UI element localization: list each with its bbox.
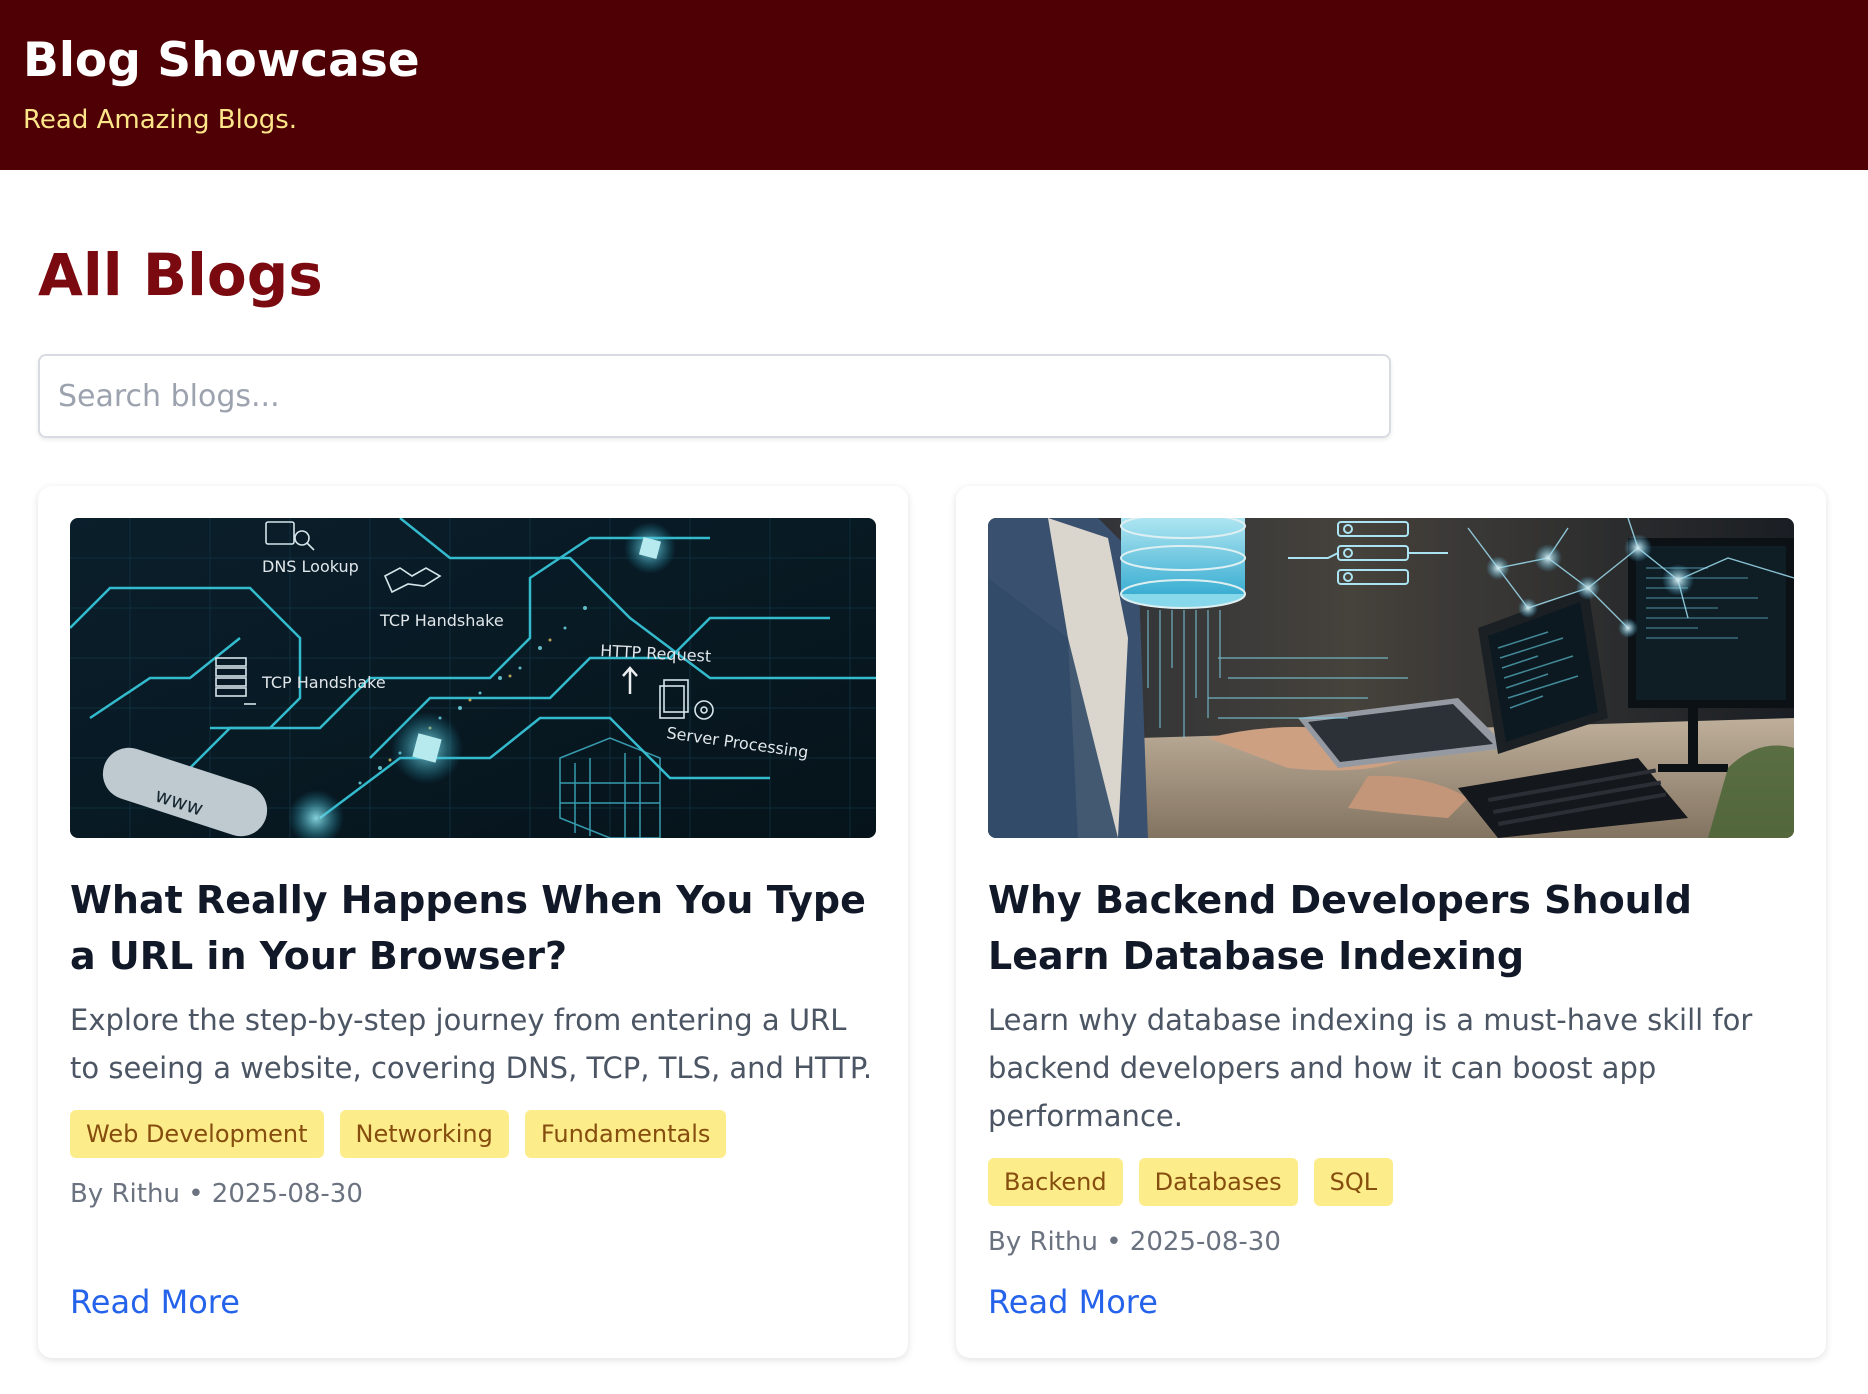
tag-list: Backend Databases SQL bbox=[988, 1158, 1394, 1206]
blog-card-excerpt: Learn why database indexing is a must-ha… bbox=[988, 1003, 1753, 1133]
tag-list: Web Development Networking Fundamentals bbox=[70, 1110, 727, 1158]
tag-badge: Web Development bbox=[70, 1110, 324, 1158]
site-title: Blog Showcase bbox=[23, 33, 420, 88]
blog-thumbnail-url-journey: www DNS Lookup TCP Handshake TCP Handsha… bbox=[70, 518, 876, 838]
blog-thumbnail-database-indexing bbox=[988, 518, 1794, 838]
blog-card-title[interactable]: Why Backend Developers Should Learn Data… bbox=[988, 872, 1794, 984]
tag-badge: Fundamentals bbox=[524, 1110, 727, 1158]
tag-badge: SQL bbox=[1313, 1158, 1394, 1206]
tag-badge: Databases bbox=[1138, 1158, 1298, 1206]
tag-badge: Networking bbox=[339, 1110, 509, 1158]
search-input[interactable] bbox=[38, 354, 1391, 438]
author-date-byline: By Rithu • 2025-08-30 bbox=[988, 1227, 1281, 1257]
read-more-link[interactable]: Read More bbox=[70, 1282, 240, 1322]
tag-badge: Backend bbox=[988, 1158, 1123, 1206]
blog-card-excerpt: Explore the step-by-step journey from en… bbox=[70, 1003, 873, 1085]
page-title: All Blogs bbox=[38, 241, 323, 309]
blog-card: Why Backend Developers Should Learn Data… bbox=[956, 486, 1826, 1358]
read-more-link[interactable]: Read More bbox=[988, 1282, 1158, 1322]
site-tagline: Read Amazing Blogs. bbox=[23, 105, 298, 135]
blog-card-title[interactable]: What Really Happens When You Type a URL … bbox=[70, 872, 876, 984]
author-date-byline: By Rithu • 2025-08-30 bbox=[70, 1179, 363, 1209]
site-header: Blog Showcase Read Amazing Blogs. bbox=[0, 0, 1868, 170]
blog-card: www DNS Lookup TCP Handshake TCP Handsha… bbox=[38, 486, 908, 1358]
